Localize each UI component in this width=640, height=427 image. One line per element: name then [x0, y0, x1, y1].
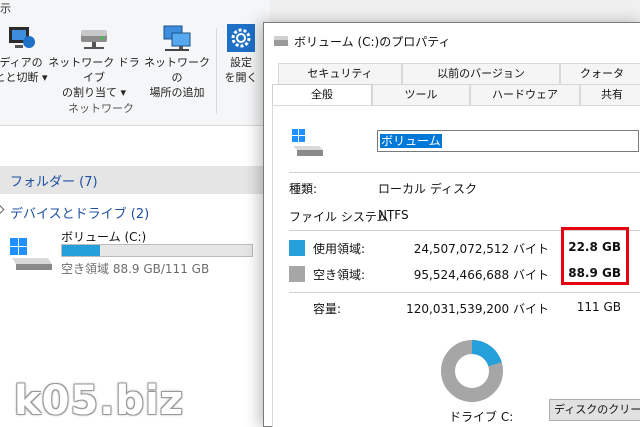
- capacity-gb: 111 GB: [576, 300, 621, 314]
- explorer-window: 示 ディアの とと切断 ▾ ネットワーク ドライブ の割り当て ▾ ネットワーク…: [0, 0, 270, 427]
- volume-drive-icon: [292, 129, 323, 156]
- watermark-logo: k05.biz: [14, 378, 185, 424]
- drive-name: ボリューム (C:): [61, 230, 147, 244]
- divider: [289, 292, 640, 293]
- ribbon-tab-view[interactable]: 示: [0, 0, 11, 16]
- volume-name-input[interactable]: ボリューム: [377, 130, 639, 152]
- free-space-bytes: 95,524,466,688 バイト: [413, 268, 549, 282]
- divider: [289, 172, 640, 173]
- network-location-icon: [161, 24, 193, 52]
- tab-tools[interactable]: ツール: [372, 84, 470, 106]
- tab-hardware[interactable]: ハードウェア: [470, 84, 580, 106]
- drive-caption: ドライブ C:: [449, 410, 514, 424]
- drive-icon: [10, 238, 52, 270]
- gear-icon: [225, 24, 257, 52]
- open-settings-button[interactable]: 設定 を開く: [220, 24, 262, 85]
- type-label: 種類:: [289, 182, 318, 196]
- tab-quota[interactable]: クォータ: [560, 63, 640, 85]
- tab-row-back: セキュリティ 以前のバージョン クォータ: [264, 63, 640, 85]
- type-value: ローカル ディスク: [378, 182, 477, 196]
- tab-security[interactable]: セキュリティ: [278, 63, 402, 85]
- disk-cleanup-button[interactable]: ディスクのクリーンアップ: [549, 399, 640, 421]
- tab-row-front: 全般 ツール ハードウェア 共有: [264, 84, 640, 108]
- network-drive-icon: [78, 24, 110, 52]
- general-tab-pane: ボリューム 種類: ローカル ディスク ファイル システム: NTFS 使用領域…: [272, 105, 640, 427]
- ribbon-separator: [216, 28, 217, 114]
- used-space-label: 使用領域:: [313, 242, 366, 256]
- dialog-titlebar[interactable]: ボリューム (C:)のプロパティ: [264, 23, 640, 59]
- add-network-location-button[interactable]: ネットワークの 場所の追加: [142, 24, 212, 100]
- used-space-bytes: 24,507,072,512 バイト: [413, 242, 549, 256]
- filesystem-label: ファイル システム:: [289, 210, 393, 224]
- capacity-bytes: 120,031,539,200 バイト: [406, 302, 549, 316]
- drive-free-space: 空き領域 88.9 GB/111 GB: [61, 262, 210, 276]
- disk-usage-donut: [441, 340, 503, 402]
- drive-usage-fill: [62, 245, 100, 256]
- used-space-swatch: [289, 240, 305, 256]
- dialog-title: ボリューム (C:)のプロパティ: [294, 35, 451, 49]
- filesystem-value: NTFS: [378, 208, 409, 222]
- tab-previous-versions[interactable]: 以前のバージョン: [402, 63, 560, 85]
- devices-section-header[interactable]: デバイスとドライブ (2): [0, 198, 270, 224]
- folders-section-header[interactable]: フォルダー (7): [0, 166, 270, 194]
- tab-sharing[interactable]: 共有: [580, 84, 640, 106]
- media-icon: [5, 24, 37, 52]
- free-space-swatch: [289, 266, 305, 282]
- drive-small-icon: [274, 36, 288, 46]
- free-space-label: 空き領域:: [313, 268, 366, 282]
- map-network-drive-button[interactable]: ネットワーク ドライブ の割り当て ▾: [48, 24, 140, 100]
- properties-dialog: ボリューム (C:)のプロパティ セキュリティ 以前のバージョン クォータ 全般…: [263, 22, 640, 427]
- chevron-down-icon: [0, 204, 5, 215]
- drive-item-c[interactable]: ボリューム (C:) 空き領域 88.9 GB/111 GB: [6, 228, 256, 276]
- ribbon: 示 ディアの とと切断 ▾ ネットワーク ドライブ の割り当て ▾ ネットワーク…: [0, 0, 270, 126]
- highlight-annotation: [561, 227, 629, 285]
- disconnect-media-button[interactable]: ディアの とと切断 ▾: [0, 24, 52, 85]
- capacity-label: 容量:: [313, 302, 342, 316]
- drive-usage-bar: [61, 244, 253, 257]
- ribbon-group-network: ネットワーク: [68, 102, 134, 115]
